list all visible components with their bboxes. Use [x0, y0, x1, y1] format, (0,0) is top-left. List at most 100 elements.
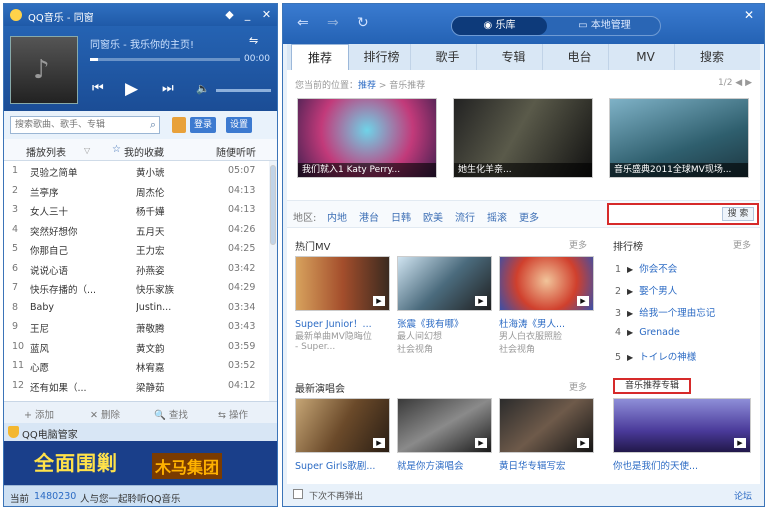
concert-title-4[interactable]: 你也是我们的天使...: [613, 458, 751, 472]
song-title: 突然好想你: [30, 226, 78, 238]
refresh-icon[interactable]: ↻: [357, 15, 369, 31]
tab-radio[interactable]: 电台: [551, 44, 609, 70]
filter-jpkr[interactable]: 日韩: [391, 209, 411, 224]
filter-mainland[interactable]: 内地: [327, 209, 347, 224]
banner-1[interactable]: 我们就入1 Katy Perry...: [297, 98, 437, 178]
tab-random[interactable]: 随便听听: [216, 144, 256, 159]
song-duration: 04:26: [228, 223, 256, 235]
back-icon[interactable]: ⇐: [297, 15, 309, 31]
rank-item[interactable]: 2 ▶ 娶个男人: [615, 283, 677, 297]
rank-item[interactable]: 5 ▶ トイレの神様: [615, 349, 696, 363]
search-input[interactable]: [11, 117, 139, 133]
tab-search[interactable]: 搜索: [683, 44, 741, 70]
listener-count: 1480230: [34, 491, 77, 502]
concert-thumb-4[interactable]: ▶: [613, 398, 751, 453]
rank-item[interactable]: 1 ▶ 你会不会: [615, 261, 677, 275]
song-row[interactable]: 9 王尼 萧敬腾 03:43: [4, 317, 269, 337]
mv-thumb-3[interactable]: ▶: [499, 256, 594, 311]
lyrics-icon[interactable]: ⇋: [249, 34, 258, 47]
tab-albums[interactable]: 专辑: [485, 44, 543, 70]
more-actions-button[interactable]: ⇆ 操作: [218, 407, 248, 421]
song-row[interactable]: 1 灵验之简单 黄小琥 05:07: [4, 161, 269, 181]
search-icon[interactable]: ⌕: [150, 118, 156, 132]
concert-title-3[interactable]: 黄日华专辑写宏: [499, 458, 594, 472]
minimize-icon[interactable]: _: [240, 7, 255, 22]
tab-mv[interactable]: MV: [617, 44, 675, 70]
banner-2[interactable]: 她生化羊亲...: [453, 98, 593, 178]
banner-caption: 音乐盛典2011全球MV现场...: [610, 163, 748, 177]
mv-thumb-2[interactable]: ▶: [397, 256, 492, 311]
close-icon[interactable]: ✕: [259, 7, 274, 22]
play-icon[interactable]: ▶: [125, 79, 138, 99]
tab-charts[interactable]: 排行榜: [353, 44, 411, 70]
add-button[interactable]: + 添加: [24, 407, 54, 421]
dont-show-checkbox[interactable]: [293, 489, 303, 499]
progress-bar[interactable]: [90, 58, 240, 61]
song-row[interactable]: 8 Baby Justin... 03:34: [4, 298, 269, 318]
mv-title-1[interactable]: Super Junior！...: [295, 316, 390, 330]
delete-button[interactable]: ✕ 删除: [90, 407, 120, 421]
song-row[interactable]: 2 兰亭序 周杰伦 04:13: [4, 181, 269, 201]
ad-header-text: QQ电脑管家: [22, 430, 78, 441]
concert-title-1[interactable]: Super Girls歌剧...: [295, 458, 390, 472]
volume-slider[interactable]: [216, 89, 271, 92]
rank-item[interactable]: 3 ▶ 给我一个理由忘记: [615, 305, 715, 319]
song-row[interactable]: 4 突然好想你 五月天 04:26: [4, 220, 269, 240]
progress-fill: [90, 58, 98, 61]
tab-local-manage-label: 本地管理: [590, 20, 631, 31]
tab-recommend[interactable]: 推荐: [291, 44, 349, 70]
mv-search-button[interactable]: 搜 索: [722, 207, 754, 221]
concert-more[interactable]: 更多: [569, 380, 587, 393]
forum-link[interactable]: 论坛: [734, 489, 752, 502]
concert-thumb-2[interactable]: ▶: [397, 398, 492, 453]
song-list: 1 灵验之简单 黄小琥 05:07 2 兰亭序 周杰伦 04:13 3 女人三十 杨千嬅 04:13 4…: [4, 161, 269, 401]
filter-west[interactable]: 欧美: [423, 209, 443, 224]
list-tabs: 播放列表 ▽ ☆ 我的收藏 随便听听: [4, 139, 277, 161]
tab-playlist[interactable]: 播放列表: [26, 144, 66, 159]
close-icon[interactable]: ✕: [744, 8, 754, 22]
scrollbar[interactable]: [269, 161, 277, 401]
concert-title-2[interactable]: 就是你方演唱会: [397, 458, 492, 472]
prev-icon[interactable]: ⏮: [92, 81, 104, 96]
filter-rock[interactable]: 摇滚: [487, 209, 507, 224]
rec-album-label[interactable]: 音乐推荐专辑: [613, 378, 691, 394]
rank-more[interactable]: 更多: [733, 238, 751, 251]
mv-title-2[interactable]: 张震《我有哪》: [397, 316, 492, 330]
volume-icon[interactable]: 🔈: [196, 82, 210, 95]
song-number: 2: [12, 184, 19, 196]
chevron-down-icon[interactable]: ▽: [84, 146, 90, 155]
filter-pop[interactable]: 流行: [455, 209, 475, 224]
concert-thumb-1[interactable]: ▶: [295, 398, 390, 453]
scroll-thumb[interactable]: [270, 165, 276, 245]
rank-item[interactable]: 4 ▶ Grenade: [615, 327, 680, 338]
mv-search-box[interactable]: 搜 索: [607, 203, 759, 225]
song-row[interactable]: 10 蓝风 黄文韵 03:59: [4, 337, 269, 357]
breadcrumb-link[interactable]: 推荐: [358, 81, 376, 91]
login-button[interactable]: 登录: [190, 117, 217, 133]
song-row[interactable]: 7 快乐存播的（... 快乐家族 04:29: [4, 278, 269, 298]
song-row[interactable]: 5 你那自己 王力宏 04:25: [4, 239, 269, 259]
forward-icon[interactable]: ⇒: [327, 15, 339, 31]
tab-local-manage[interactable]: ▭ 本地管理: [552, 17, 657, 35]
skin-icon[interactable]: ◆: [222, 7, 237, 22]
ad-banner[interactable]: QQ电脑管家 全面围剿 木马集团: [4, 423, 277, 485]
tab-singers[interactable]: 歌手: [419, 44, 477, 70]
filter-more[interactable]: 更多: [519, 209, 539, 224]
tab-music-library[interactable]: ◉ 乐库: [452, 17, 547, 35]
mv-thumb-1[interactable]: ▶: [295, 256, 390, 311]
flower-icon[interactable]: [172, 117, 186, 133]
banner-3[interactable]: 音乐盛典2011全球MV现场...: [609, 98, 749, 178]
tab-favorites[interactable]: 我的收藏: [124, 144, 164, 159]
filter-hktw[interactable]: 港台: [359, 209, 379, 224]
banner-pager[interactable]: 1/2 ◀ ▶: [718, 78, 752, 88]
hot-mv-more[interactable]: 更多: [569, 238, 587, 251]
song-row[interactable]: 12 还有如果（... 梁静茹 04:12: [4, 376, 269, 396]
song-row[interactable]: 6 说说心语 孙燕姿 03:42: [4, 259, 269, 279]
song-row[interactable]: 3 女人三十 杨千嬅 04:13: [4, 200, 269, 220]
song-row[interactable]: 11 心愿 林宥嘉 03:52: [4, 356, 269, 376]
concert-thumb-3[interactable]: ▶: [499, 398, 594, 453]
find-button[interactable]: 🔍 查找: [154, 407, 188, 421]
settings-button[interactable]: 设置: [226, 117, 253, 133]
mv-title-3[interactable]: 杜海涛《男人...: [499, 316, 594, 330]
next-icon[interactable]: ⏭: [162, 81, 174, 96]
